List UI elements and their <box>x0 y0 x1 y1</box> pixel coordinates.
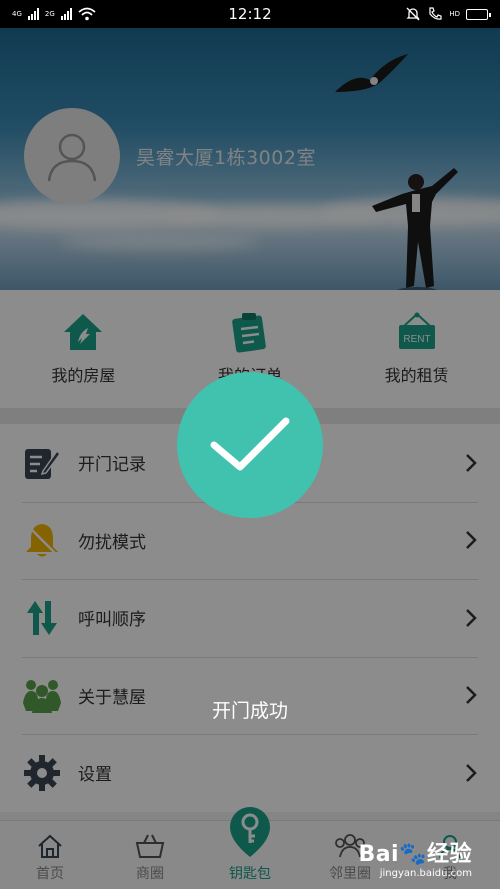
status-left: 4G 2G <box>12 7 96 21</box>
success-badge <box>177 372 323 518</box>
baidu-watermark: Bai🐾经验 jingyan.baidu.com <box>358 836 472 879</box>
network-type-2: 2G <box>44 9 55 18</box>
status-bar: 4G 2G 12:12 HD <box>0 0 500 28</box>
watermark-main: Bai🐾经验 <box>358 842 472 867</box>
status-time: 12:12 <box>228 5 272 23</box>
wifi-icon <box>78 7 96 21</box>
checkmark-icon <box>210 417 290 471</box>
success-message: 开门成功 <box>211 700 288 722</box>
signal-icon <box>27 8 39 20</box>
status-right: HD <box>405 6 491 22</box>
call-icon <box>429 7 442 20</box>
network-type-1: 4G <box>12 9 22 18</box>
battery-icon <box>466 8 491 20</box>
signal-icon-2 <box>60 8 72 20</box>
mute-bell-icon <box>406 7 420 21</box>
hd-label: HD <box>449 9 460 18</box>
watermark-url: jingyan.baidu.com <box>379 868 472 879</box>
